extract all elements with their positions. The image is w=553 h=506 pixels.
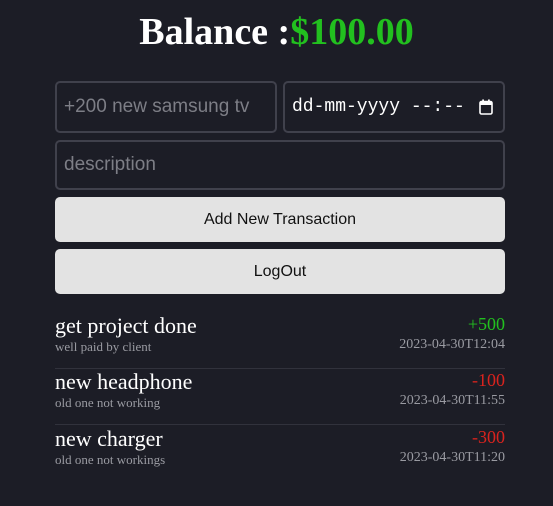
add-transaction-label: Add New Transaction (203, 210, 357, 228)
balance-heading: Balance :$100.00 (0, 10, 553, 54)
transaction-description: well paid by client (55, 339, 152, 354)
logout-button[interactable]: LogOut (55, 249, 505, 294)
transaction-amount: -300 (472, 427, 505, 447)
transaction-name-placeholder: +200 new samsung tv (64, 96, 250, 117)
transaction-amount: -100 (472, 370, 505, 390)
transaction-datetime-input[interactable]: dd-mm-yyyy --:-- (283, 81, 505, 133)
transaction-datetime: 2023-04-30T11:55 (399, 393, 505, 408)
datetime-placeholder: dd-mm-yyyy --:-- (292, 97, 465, 117)
transaction-name: new charger (55, 426, 163, 451)
balance-amount: $100.00 (290, 11, 414, 53)
transaction-description: old one not workings (55, 452, 166, 467)
transaction-item: new charger old one not workings -300 20… (55, 426, 505, 482)
description-placeholder: description (64, 154, 156, 175)
transaction-description: old one not working (55, 395, 161, 410)
transaction-item: new headphone old one not working -100 2… (55, 369, 505, 425)
add-transaction-button[interactable]: Add New Transaction (55, 197, 505, 242)
description-input[interactable]: description (55, 140, 505, 190)
transaction-datetime: 2023-04-30T11:20 (399, 450, 505, 465)
balance-label: Balance : (139, 11, 291, 53)
logout-label: LogOut (253, 262, 307, 280)
transaction-name: get project done (55, 313, 197, 338)
transaction-datetime: 2023-04-30T12:04 (399, 337, 505, 352)
transaction-name: new headphone (55, 369, 193, 394)
transaction-amount: +500 (467, 314, 505, 334)
calendar-icon[interactable] (479, 99, 493, 115)
transaction-item: get project done well paid by client +50… (55, 313, 505, 369)
transaction-name-input[interactable]: +200 new samsung tv (55, 81, 277, 133)
